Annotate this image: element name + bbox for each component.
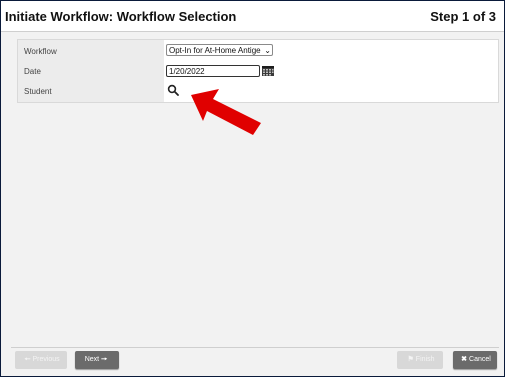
next-button[interactable]: Next 🠖 xyxy=(75,351,119,369)
finish-button[interactable]: ⚑ Finish xyxy=(397,351,443,369)
finish-label: Finish xyxy=(415,356,435,363)
cancel-label: Cancel xyxy=(469,356,491,363)
student-label: Student xyxy=(24,87,52,96)
workflow-label: Workflow xyxy=(24,47,57,56)
cancel-button[interactable]: ✖ Cancel xyxy=(453,351,497,369)
previous-label: Previous xyxy=(32,356,60,363)
page-title: Initiate Workflow: Workflow Selection xyxy=(5,9,237,24)
label-column: Workflow Date Student xyxy=(18,40,164,102)
search-icon[interactable] xyxy=(167,84,179,96)
arrow-left-icon: 🠔 xyxy=(24,356,31,363)
previous-button[interactable]: 🠔 Previous xyxy=(15,351,67,369)
calendar-icon[interactable] xyxy=(262,66,274,76)
footer-divider xyxy=(11,347,499,348)
date-label: Date xyxy=(24,67,41,76)
chevron-down-icon: ⌄ xyxy=(263,45,271,55)
step-indicator: Step 1 of 3 xyxy=(430,9,496,24)
flag-icon: ⚑ xyxy=(407,356,414,363)
arrow-right-icon: 🠖 xyxy=(101,356,108,363)
next-label: Next xyxy=(84,356,100,363)
close-icon: ✖ xyxy=(461,356,468,363)
workflow-dialog: Initiate Workflow: Workflow Selection St… xyxy=(0,0,505,377)
red-arrow-icon xyxy=(191,89,261,135)
dialog-header: Initiate Workflow: Workflow Selection St… xyxy=(1,1,504,32)
workflow-select[interactable]: Opt-In for At-Home Antige ⌄ xyxy=(166,44,273,56)
date-value: 1/20/2022 xyxy=(169,67,205,76)
workflow-select-value: Opt-In for At-Home Antige xyxy=(169,46,261,55)
date-field[interactable]: 1/20/2022 xyxy=(166,65,260,77)
